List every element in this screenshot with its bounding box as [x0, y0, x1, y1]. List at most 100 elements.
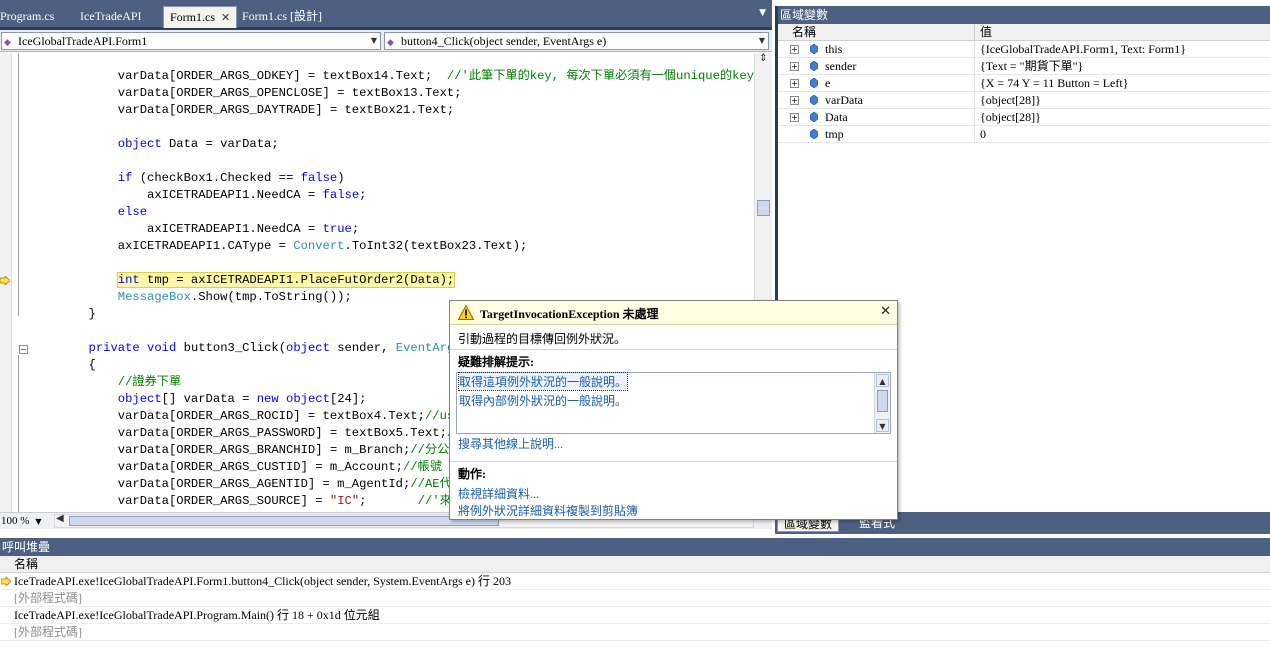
expand-icon[interactable]: +: [790, 62, 799, 71]
chevron-down-icon[interactable]: ▼: [35, 517, 41, 526]
frame-text: [外部程式碼]: [14, 625, 82, 639]
locals-grid-header: 名稱 值: [778, 24, 1270, 41]
expand-icon[interactable]: +: [790, 79, 799, 88]
variable-value[interactable]: {object[28]}: [980, 92, 1041, 108]
tab-program-cs[interactable]: Program.cs: [0, 6, 60, 26]
copy-detail-link[interactable]: 將例外狀況詳細資料複製到剪貼簿: [458, 502, 638, 519]
tip-link[interactable]: 取得這項例外狀況的一般說明。: [457, 372, 629, 391]
tab-icetradeapi[interactable]: IceTradeAPI: [74, 6, 148, 26]
expand-icon[interactable]: +: [790, 113, 799, 122]
code-line: axICETRADEAPI1.CAType = Convert.ToInt32(…: [30, 239, 528, 253]
variable-icon: [810, 44, 818, 54]
expand-icon[interactable]: +: [790, 45, 799, 54]
variable-value[interactable]: {object[28]}: [980, 109, 1041, 125]
locals-row-tmp[interactable]: tmp 0: [778, 126, 1270, 143]
variable-name: e: [825, 76, 831, 90]
tab-list-dropdown-icon[interactable]: ▼: [759, 8, 766, 18]
callstack-row[interactable]: [外部程式碼]: [0, 624, 1270, 641]
variable-value[interactable]: 0: [980, 126, 986, 142]
chevron-down-icon[interactable]: ▼: [371, 33, 377, 49]
locals-row-vardata[interactable]: + varData {object[28]}: [778, 92, 1270, 109]
scroll-up-icon[interactable]: ▲: [876, 374, 889, 387]
actions-label: 動作:: [458, 467, 486, 481]
tab-form1-cs[interactable]: Form1.cs ✕: [163, 6, 238, 28]
code-line: axICETRADEAPI1.NeedCA = true;: [30, 222, 360, 236]
exception-header: TargetInvocationException 未處理 ✕: [450, 301, 897, 325]
code-line: varData[ORDER_ARGS_BRANCHID] = m_Branch;…: [30, 443, 462, 457]
code-line: varData[ORDER_ARGS_DAYTRADE] = textBox21…: [30, 103, 455, 117]
scrollbar-thumb[interactable]: [877, 390, 888, 412]
code-line: object Data = varData;: [117, 137, 279, 151]
callstack-window: 呼叫堆疊 名稱 IceTradeAPI.exe!IceGlobalTradeAP…: [0, 538, 1270, 647]
frame-text: IceTradeAPI.exe!IceGlobalTradeAPI.Form1.…: [14, 574, 511, 588]
callstack-row[interactable]: IceTradeAPI.exe!IceGlobalTradeAPI.Form1.…: [0, 573, 1270, 590]
divider: [450, 349, 897, 350]
method-icon: ◆: [387, 38, 394, 48]
zoom-combo[interactable]: 100 % ▼: [0, 513, 52, 529]
column-header-name[interactable]: 名稱: [0, 556, 1270, 573]
tip-link[interactable]: 取得內部例外狀況的一般說明。: [459, 392, 627, 409]
callstack-row[interactable]: [外部程式碼]: [0, 590, 1270, 607]
variable-icon: [810, 78, 818, 88]
scroll-left-icon[interactable]: ◀: [56, 513, 64, 524]
column-header-name[interactable]: 名稱: [792, 24, 816, 40]
current-statement-line: int tmp = axICETRADEAPI1.PlaceFutOrder2(…: [116, 272, 456, 288]
warning-icon: [458, 305, 474, 320]
type-combo[interactable]: ◆ IceGlobalTradeAPI.Form1 ▼: [1, 32, 381, 50]
tips-scrollbar[interactable]: ▲ ▼: [874, 373, 890, 433]
split-handle-icon[interactable]: ⇕: [756, 53, 771, 69]
variable-value[interactable]: {Text = "期貨下單"}: [980, 58, 1083, 74]
variable-icon: [810, 112, 818, 122]
code-line: varData[ORDER_ARGS_SOURCE] = "IC"; //'來源: [30, 494, 464, 508]
member-combo[interactable]: ◆ button4_Click(object sender, EventArgs …: [384, 32, 769, 50]
variable-name: varData: [825, 93, 863, 107]
variable-name: Data: [825, 110, 848, 124]
tab-label: Form1.cs: [170, 10, 215, 24]
scrollbar-thumb[interactable]: [69, 516, 499, 526]
locals-row-sender[interactable]: + sender {Text = "期貨下單"}: [778, 58, 1270, 75]
locals-row-data[interactable]: + Data {object[28]}: [778, 109, 1270, 126]
code-line: private void button3_Click(object sender…: [88, 341, 484, 355]
code-line: varData[ORDER_ARGS_OPENCLOSE] = textBox1…: [30, 86, 462, 100]
outline-line: [18, 355, 19, 512]
zoom-value: 100 %: [1, 515, 30, 527]
close-icon[interactable]: ✕: [221, 8, 230, 28]
close-icon[interactable]: ✕: [880, 304, 891, 319]
current-frame-arrow-icon: [1, 577, 11, 586]
locals-row-e[interactable]: + e {X = 74 Y = 11 Button = Left}: [778, 75, 1270, 92]
code-line: MessageBox.Show(tmp.ToString());: [117, 290, 352, 304]
chevron-down-icon[interactable]: ▼: [759, 33, 765, 49]
variable-icon: [810, 95, 818, 105]
callstack-row[interactable]: IceTradeAPI.exe!IceGlobalTradeAPI.Progra…: [0, 607, 1270, 624]
variable-name: this: [825, 42, 843, 56]
code-line: axICETRADEAPI1.NeedCA = false;: [30, 188, 367, 202]
tips-list[interactable]: 取得這項例外狀況的一般說明。 取得內部例外狀況的一般說明。 ▲ ▼: [456, 372, 891, 434]
tips-label: 疑難排解提示:: [458, 355, 534, 369]
tab-form1-designer[interactable]: Form1.cs [設計]: [236, 6, 328, 26]
variable-value[interactable]: {IceGlobalTradeAPI.Form1, Text: Form1}: [980, 41, 1186, 57]
divider: [450, 461, 897, 462]
exception-title: TargetInvocationException 未處理: [480, 307, 659, 321]
class-icon: ◆: [4, 38, 11, 48]
search-online-help-link[interactable]: 搜尋其他線上說明...: [458, 435, 563, 452]
code-line: {: [30, 358, 96, 372]
code-line: //證券下單: [117, 375, 182, 389]
code-line: }: [30, 307, 96, 321]
member-combo-value: button4_Click(object sender, EventArgs e…: [401, 34, 607, 48]
frame-text: IceTradeAPI.exe!IceGlobalTradeAPI.Progra…: [14, 608, 380, 622]
code-line: varData[ORDER_ARGS_ROCID] = textBox4.Tex…: [30, 409, 469, 423]
view-detail-link[interactable]: 檢視詳細資料...: [458, 485, 539, 502]
frame-text: [外部程式碼]: [14, 591, 82, 605]
tab-label: Program.cs: [0, 9, 55, 23]
collapse-icon[interactable]: −: [19, 345, 28, 354]
code-line: varData[ORDER_ARGS_ODKEY] = textBox14.Te…: [30, 69, 755, 83]
current-statement-arrow-icon: [0, 276, 10, 285]
code-line: varData[ORDER_ARGS_PASSWORD] = textBox5.…: [30, 426, 462, 440]
column-header-value[interactable]: 值: [980, 24, 992, 40]
exception-assistant: TargetInvocationException 未處理 ✕ 引動過程的目標傳…: [449, 300, 898, 520]
expand-icon[interactable]: +: [790, 96, 799, 105]
variable-value[interactable]: {X = 74 Y = 11 Button = Left}: [980, 75, 1128, 91]
scroll-down-icon[interactable]: ▼: [876, 419, 889, 432]
scrollbar-thumb[interactable]: [757, 200, 770, 216]
locals-row-this[interactable]: + this {IceGlobalTradeAPI.Form1, Text: F…: [778, 41, 1270, 58]
